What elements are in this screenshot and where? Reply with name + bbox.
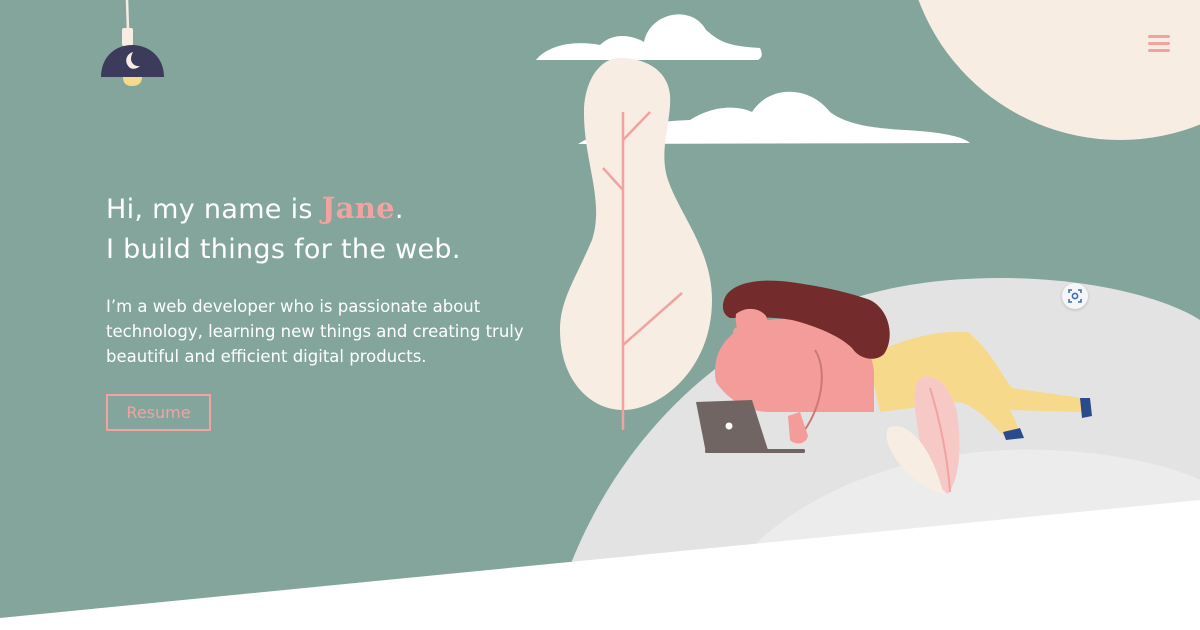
resume-button[interactable]: Resume: [106, 394, 211, 431]
hero-section: Hi, my name is Jane. I build things for …: [0, 0, 1200, 630]
hero-intro: I’m a web developer who is passionate ab…: [106, 297, 524, 366]
menu-line: [1148, 42, 1170, 45]
menu-line: [1148, 49, 1170, 52]
greeting-suffix: .: [394, 194, 404, 225]
hero-tagline: I build things for the web.: [106, 234, 461, 265]
greeting-line: Hi, my name is Jane.: [106, 188, 461, 230]
menu-line: [1148, 35, 1170, 38]
greeting-prefix: Hi, my name is: [106, 194, 322, 225]
visual-search-icon[interactable]: [1062, 283, 1088, 309]
visual-search-glyph: [1068, 289, 1082, 303]
hero-name: Jane: [321, 191, 395, 225]
hero-headline: Hi, my name is Jane. I build things for …: [106, 188, 461, 270]
hamburger-menu-icon[interactable]: [1146, 32, 1174, 56]
